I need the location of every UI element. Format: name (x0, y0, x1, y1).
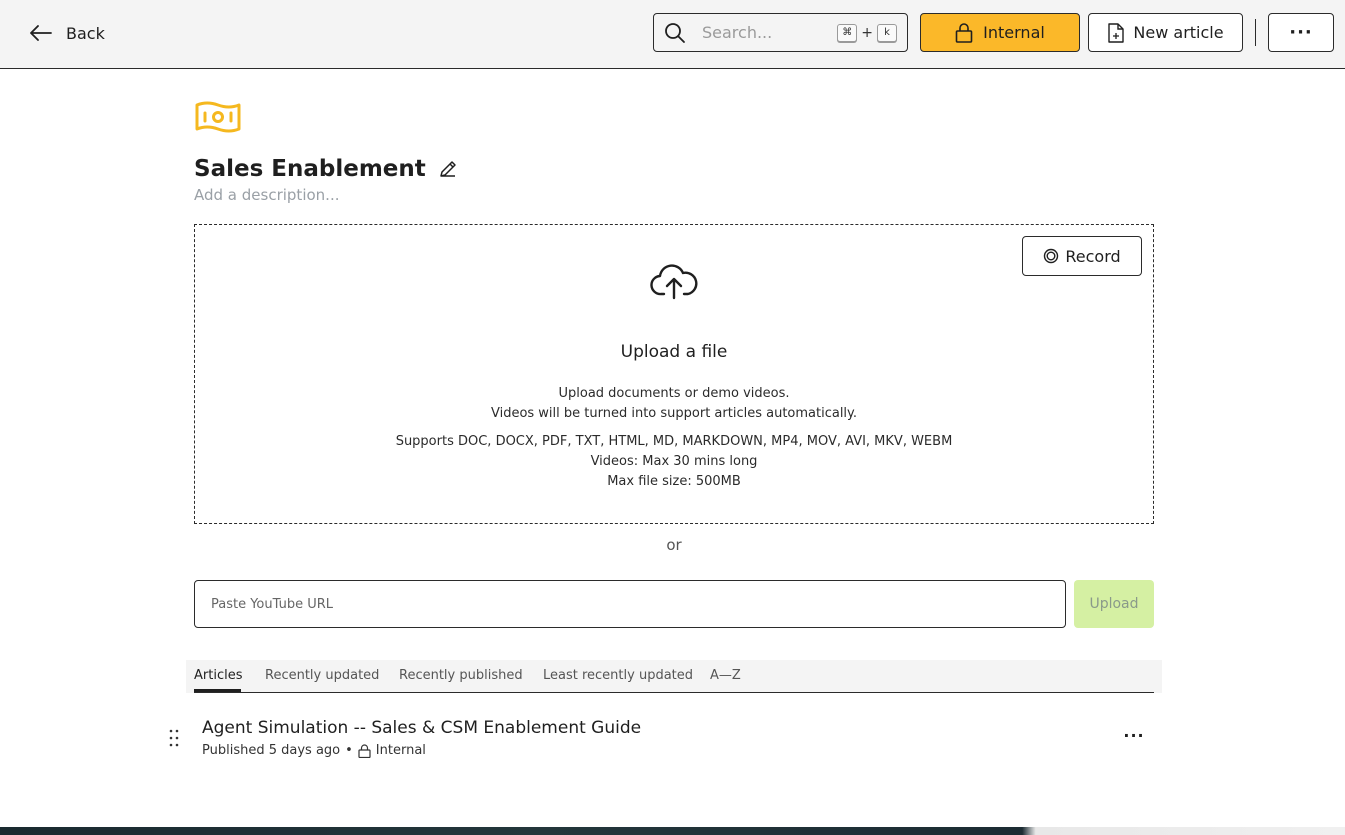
bottom-background-strip (0, 827, 1345, 835)
lock-icon (358, 743, 371, 758)
internal-label: Internal (983, 23, 1045, 42)
collection-title-row: Sales Enablement (194, 156, 458, 182)
search-icon (665, 22, 685, 43)
money-bill-icon (195, 101, 241, 133)
supported-formats: Supports DOC, DOCX, PDF, TXT, HTML, MD, … (395, 434, 953, 449)
shortcut-plus: + (861, 24, 873, 41)
internal-visibility-button[interactable]: Internal (920, 13, 1080, 52)
top-bar: Back Search... ⌘ + k Internal New articl… (0, 0, 1345, 69)
more-icon: ··· (1289, 22, 1313, 43)
tab-bar-divider (194, 692, 1154, 693)
shortcut-k-key: k (877, 23, 897, 42)
article-visibility: Internal (375, 743, 426, 758)
new-article-button[interactable]: New article (1088, 13, 1243, 52)
back-button[interactable]: Back (30, 20, 105, 46)
record-label: Record (1065, 246, 1121, 266)
upload-button-label: Upload (1089, 596, 1139, 612)
shortcut-mod-key: ⌘ (837, 23, 858, 42)
toolbar-divider (1255, 19, 1256, 46)
article-meta: Published 5 days ago • Internal (202, 743, 426, 758)
arrow-left-icon (30, 25, 52, 41)
upload-description-2: Videos will be turned into support artic… (490, 406, 858, 421)
upload-description-1: Upload documents or demo videos. (558, 386, 790, 401)
youtube-url-input[interactable] (194, 580, 1066, 628)
drag-handle-icon[interactable] (168, 728, 180, 748)
tab-recently-published[interactable]: Recently published (399, 668, 523, 683)
upload-title: Upload a file (620, 342, 728, 362)
article-title-link[interactable]: Agent Simulation -- Sales & CSM Enableme… (202, 718, 641, 738)
collection-title: Sales Enablement (194, 156, 426, 182)
cloud-upload-icon (650, 264, 698, 300)
search-shortcut: ⌘ + k (837, 23, 897, 42)
tab-a-z[interactable]: A—Z (710, 668, 741, 683)
more-options-button[interactable]: ··· (1268, 13, 1334, 52)
tab-recently-updated[interactable]: Recently updated (265, 668, 379, 683)
upload-button[interactable]: Upload (1074, 580, 1154, 628)
video-length-limit: Videos: Max 30 mins long (590, 454, 758, 469)
file-size-limit: Max file size: 500MB (607, 474, 741, 489)
or-divider: or (666, 536, 682, 554)
pencil-icon[interactable] (438, 159, 458, 179)
search-placeholder: Search... (702, 23, 773, 42)
record-button[interactable]: Record (1022, 236, 1142, 276)
lock-icon (955, 22, 973, 43)
record-icon (1044, 248, 1059, 264)
new-document-icon (1108, 22, 1125, 43)
new-article-label: New article (1133, 23, 1224, 42)
article-published-status: Published 5 days ago (202, 743, 341, 758)
article-more-button[interactable]: ··· (1118, 726, 1150, 748)
tab-articles[interactable]: Articles (194, 668, 242, 683)
meta-separator: • (345, 743, 353, 758)
search-input[interactable]: Search... ⌘ + k (653, 13, 908, 52)
collection-description-input[interactable]: Add a description... (194, 186, 339, 204)
back-label: Back (66, 23, 105, 43)
tab-least-recently-updated[interactable]: Least recently updated (543, 668, 693, 683)
